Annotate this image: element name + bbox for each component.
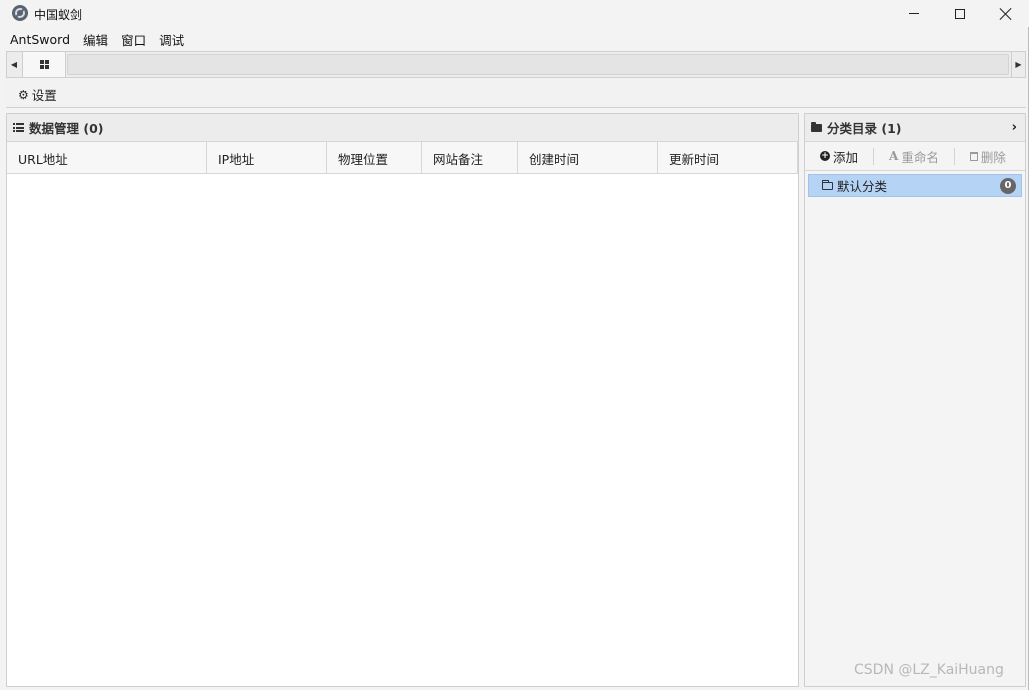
rename-category-button[interactable]: A 重命名 <box>889 147 939 166</box>
caret-right-icon: ▶ <box>1015 60 1022 69</box>
menu-bar: AntSword 编辑 窗口 调试 <box>0 28 1029 50</box>
title-bar: 中国蚁剑 <box>0 0 1029 27</box>
column-header-ip[interactable]: IP地址 <box>207 142 327 174</box>
column-header-location[interactable]: 物理位置 <box>327 142 422 174</box>
folder-outline-icon <box>822 179 833 190</box>
category-panel: 分类目录 (1) › + 添加 A 重命名 删除 默认分类 0 <box>804 113 1026 687</box>
category-item-default[interactable]: 默认分类 0 <box>808 174 1022 197</box>
category-toolbar: + 添加 A 重命名 删除 <box>805 142 1025 171</box>
folder-icon <box>811 121 822 132</box>
data-table-body[interactable] <box>7 175 798 686</box>
list-icon <box>13 123 24 132</box>
data-panel-title: 数据管理 (0) <box>29 121 104 136</box>
close-icon <box>999 7 1013 21</box>
window-title: 中国蚁剑 <box>34 8 83 22</box>
tab-strip <box>67 54 1009 75</box>
column-header-note[interactable]: 网站备注 <box>422 142 518 174</box>
minimize-icon <box>909 13 919 14</box>
font-icon: A <box>889 149 899 163</box>
minimize-button[interactable] <box>891 0 937 27</box>
menu-debug[interactable]: 调试 <box>159 30 184 49</box>
data-panel-header: 数据管理 (0) <box>7 114 798 142</box>
app-window: 中国蚁剑 AntSword 编辑 窗口 调试 ◀ ▶ ⚙ 设置 数据管理 (0)… <box>0 0 1029 690</box>
category-list: 默认分类 0 <box>805 171 1025 200</box>
delete-category-button[interactable]: 删除 <box>969 147 1006 166</box>
antsword-logo-icon <box>12 5 28 21</box>
add-category-label: 添加 <box>833 149 859 165</box>
column-header-created[interactable]: 创建时间 <box>518 142 658 174</box>
menu-antsword[interactable]: AntSword <box>10 32 70 47</box>
maximize-icon <box>955 8 965 19</box>
menu-window[interactable]: 窗口 <box>121 30 146 49</box>
gear-icon: ⚙ <box>18 87 29 102</box>
collapse-panel-chevron-icon[interactable]: › <box>1012 120 1017 135</box>
column-header-updated[interactable]: 更新时间 <box>658 142 798 174</box>
close-button[interactable] <box>983 0 1029 27</box>
caret-left-icon: ◀ <box>10 60 18 69</box>
main-toolbar: ⚙ 设置 <box>6 79 1026 108</box>
watermark-text: CSDN @LZ_KaiHuang <box>854 662 1004 678</box>
menu-edit[interactable]: 编辑 <box>83 30 108 49</box>
toolbar-divider <box>873 147 875 165</box>
tab-scroll-right-button[interactable]: ▶ <box>1011 52 1025 77</box>
category-panel-title: 分类目录 (1) <box>827 121 902 136</box>
settings-label: 设置 <box>31 88 57 103</box>
category-panel-header: 分类目录 (1) › <box>805 114 1025 142</box>
category-item-label: 默认分类 <box>837 179 888 194</box>
rename-category-label: 重命名 <box>901 149 939 165</box>
grid-icon <box>39 60 49 69</box>
maximize-button[interactable] <box>937 0 983 27</box>
data-table-header: URL地址 IP地址 物理位置 网站备注 创建时间 更新时间 <box>7 142 798 174</box>
toolbar-divider <box>953 147 955 165</box>
category-count-badge: 0 <box>1000 178 1016 194</box>
add-category-button[interactable]: + 添加 <box>820 147 858 166</box>
column-header-url[interactable]: URL地址 <box>7 142 207 174</box>
tab-scroll-left-button[interactable]: ◀ <box>7 52 21 77</box>
tab-bar: ◀ ▶ <box>6 51 1026 78</box>
plus-circle-icon: + <box>820 151 830 161</box>
settings-button[interactable]: ⚙ 设置 <box>18 85 57 104</box>
trash-icon <box>969 151 978 161</box>
delete-category-label: 删除 <box>980 149 1006 165</box>
data-management-panel: 数据管理 (0) URL地址 IP地址 物理位置 网站备注 创建时间 更新时间 <box>6 113 799 687</box>
tab-home[interactable] <box>22 52 66 77</box>
